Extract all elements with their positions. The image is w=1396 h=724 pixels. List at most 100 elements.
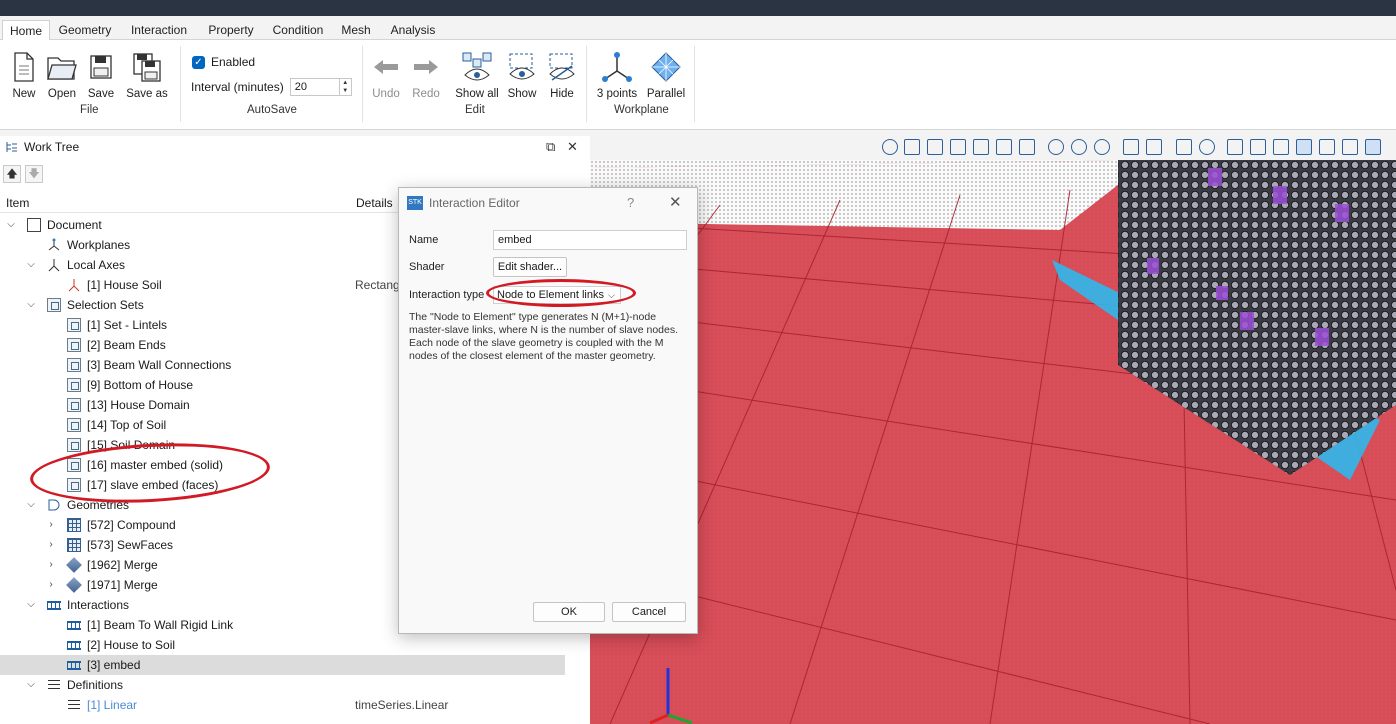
tree-item-label: [1] House Soil (87, 278, 162, 292)
zoom-icon[interactable] (1199, 139, 1215, 155)
front-view-icon[interactable] (904, 139, 920, 155)
chevron-down-icon[interactable]: ⌵ (25, 495, 37, 515)
compound-icon (67, 518, 81, 532)
edit-shader-button[interactable]: Edit shader... (493, 257, 567, 277)
move-buttons: 🡅 🡇 (3, 165, 43, 183)
chevron-down-icon[interactable]: ⌵ (25, 675, 37, 695)
chevron-right-icon[interactable]: › (45, 515, 57, 535)
tab-condition[interactable]: Condition (266, 20, 330, 40)
left-view-icon[interactable] (950, 139, 966, 155)
cancel-button[interactable]: Cancel (612, 602, 686, 622)
spin-arrows-icon[interactable]: ▲ ▼ (338, 79, 351, 95)
angle-icon[interactable] (1319, 139, 1335, 155)
save-as-button[interactable]: Save as (124, 48, 170, 100)
tree-item-label: [2] Beam Ends (87, 338, 166, 352)
show-all-button[interactable]: Show all (455, 48, 499, 100)
right-view-icon[interactable] (973, 139, 989, 155)
title-bar (0, 0, 1396, 16)
chevron-down-icon[interactable]: ⌵ (25, 595, 37, 615)
dialog-title: Interaction Editor (429, 196, 520, 210)
tree-item-interaction[interactable]: [2] House to Soil (0, 635, 565, 655)
undo-button[interactable]: Undo (366, 48, 406, 100)
eye-hide-icon[interactable] (1094, 139, 1110, 155)
perspective-icon[interactable] (1123, 139, 1139, 155)
checkmark-icon: ✓ (192, 55, 205, 69)
select-mode-icon[interactable] (1365, 139, 1381, 155)
chevron-down-icon[interactable]: ⌵ (25, 295, 37, 315)
undo-arrow-icon (374, 60, 398, 74)
chevron-down-icon[interactable]: ⌵ (5, 215, 17, 235)
grid-icon[interactable] (1296, 139, 1312, 155)
parallel-projection-icon[interactable] (1146, 139, 1162, 155)
interval-spinbox[interactable]: 20 ▲ ▼ (289, 78, 352, 96)
new-button[interactable]: New (4, 48, 44, 100)
tree-item-label: [1962] Merge (87, 558, 158, 572)
chevron-right-icon[interactable]: › (45, 575, 57, 595)
show-button[interactable]: Show (502, 48, 542, 100)
tab-mesh[interactable]: Mesh (334, 20, 378, 40)
name-input[interactable]: embed (493, 230, 687, 250)
top-view-icon[interactable] (996, 139, 1012, 155)
screenshot-icon[interactable] (1227, 139, 1243, 155)
sew-faces-icon (67, 538, 81, 552)
tree-item-label: Local Axes (67, 258, 126, 272)
tree-item-label: [573] SewFaces (87, 538, 174, 552)
tree-item-interaction-selected[interactable]: [3] embed (0, 655, 565, 675)
bottom-view-icon[interactable] (1019, 139, 1035, 155)
tab-analysis[interactable]: Analysis (382, 20, 444, 40)
move-down-arrow-icon[interactable]: 🡇 (25, 165, 43, 183)
eye-show-icon[interactable] (1048, 139, 1064, 155)
zoom-fit-icon[interactable] (1176, 139, 1192, 155)
tree-item-label: [13] House Domain (87, 398, 190, 412)
chevron-right-icon[interactable]: › (45, 555, 57, 575)
open-label: Open (47, 88, 77, 100)
iso-view-icon[interactable] (882, 139, 898, 155)
move-up-arrow-icon[interactable]: 🡅 (3, 165, 21, 183)
file-group-label: File (80, 104, 99, 116)
tree-item-label: [1] Beam To Wall Rigid Link (87, 618, 234, 632)
details-column-header[interactable]: Details (356, 196, 393, 210)
tree-item-label: Selection Sets (67, 298, 144, 312)
tree-item-label: Interactions (67, 598, 130, 612)
three-points-button[interactable]: 3 points (595, 48, 639, 100)
tree-item-label: [14] Top of Soil (87, 418, 167, 432)
open-button[interactable]: Open (42, 48, 82, 100)
save-as-label: Save as (126, 88, 168, 100)
redo-button[interactable]: Redo (406, 48, 446, 100)
tree-item-definitions[interactable]: ⌵ Definitions (0, 675, 565, 695)
interaction-editor-dialog: STK Interaction Editor ? ✕ Name embed Sh… (398, 187, 698, 634)
close-icon[interactable]: ✕ (669, 193, 682, 211)
3d-viewport[interactable] (590, 160, 1396, 724)
undock-icon[interactable]: ⧉ (546, 139, 555, 155)
three-points-label: 3 points (596, 88, 638, 100)
open-folder-icon (47, 57, 77, 80)
tab-geometry[interactable]: Geometry (52, 20, 118, 40)
ok-button[interactable]: OK (533, 602, 605, 622)
chevron-down-icon[interactable]: ⌵ (25, 255, 37, 275)
selection-set-icon (47, 298, 61, 312)
tab-property[interactable]: Property (200, 20, 262, 40)
tab-home[interactable]: Home (2, 20, 50, 41)
ribbon-tabs: Home Geometry Interaction Property Condi… (0, 16, 1396, 41)
pick-icon[interactable] (1250, 139, 1266, 155)
parallel-button[interactable]: Parallel (645, 48, 687, 100)
autosave-group-label: AutoSave (247, 104, 297, 116)
hide-eye-icon (549, 53, 575, 81)
eye-toggle-icon[interactable] (1071, 139, 1087, 155)
chevron-right-icon[interactable]: › (45, 535, 57, 555)
help-icon[interactable]: ? (627, 195, 634, 210)
hide-button[interactable]: Hide (542, 48, 582, 100)
tab-interaction[interactable]: Interaction (122, 20, 196, 40)
close-icon[interactable]: ✕ (567, 139, 578, 155)
selection-set-icon (67, 398, 81, 412)
local-axes-icon (47, 258, 61, 272)
save-as-icon (133, 53, 161, 82)
selection-box-icon[interactable] (1342, 139, 1358, 155)
ruler-icon[interactable] (1273, 139, 1289, 155)
three-points-icon (602, 52, 632, 82)
tree-item-definition[interactable]: [1] Linear timeSeries.Linear (0, 695, 565, 715)
item-column-header[interactable]: Item (6, 196, 29, 210)
autosave-enabled-checkbox[interactable]: ✓ Enabled (192, 55, 255, 69)
save-button[interactable]: Save (81, 48, 121, 100)
back-view-icon[interactable] (927, 139, 943, 155)
